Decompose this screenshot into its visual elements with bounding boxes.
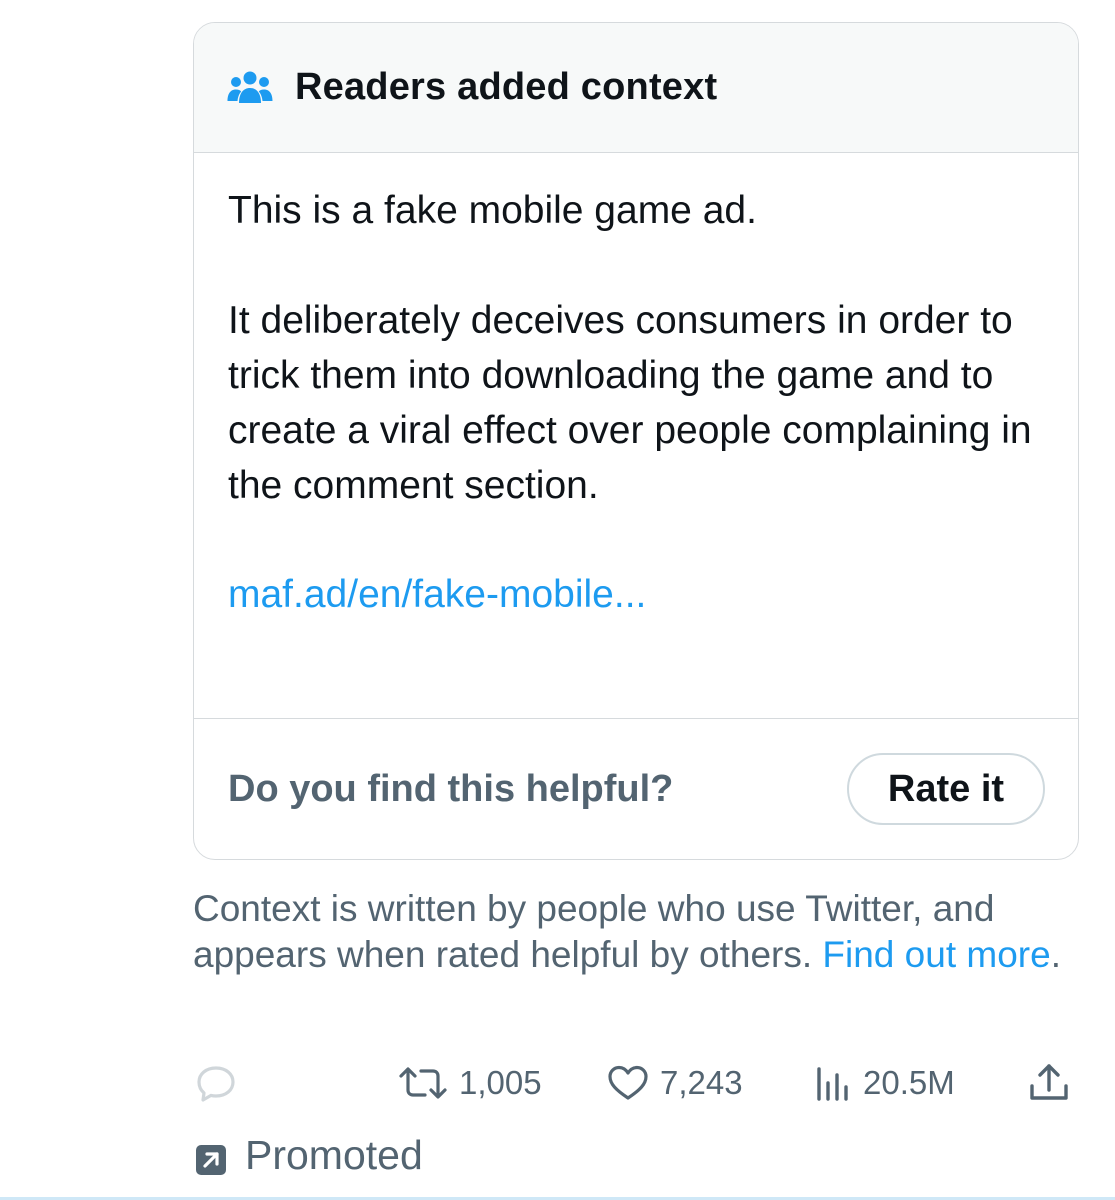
note-source-link[interactable]: maf.ad/en/fake-mobile... [228,567,1044,622]
disclaimer-suffix: . [1050,934,1061,975]
people-icon [227,69,273,107]
note-paragraph: It deliberately deceives consumers in or… [228,299,1032,507]
find-out-more-link[interactable]: Find out more [822,934,1050,975]
promoted-arrow-icon [195,1139,227,1175]
note-body: This is a fake mobile game ad. It delibe… [194,153,1078,719]
note-header: Readers added context [194,23,1078,153]
views-chart-icon [813,1063,853,1103]
share-icon [1027,1062,1071,1104]
like-count: 7,243 [660,1064,743,1101]
tweet-actions-bar: 1,005 7,243 20.5M [193,1058,1083,1108]
rate-it-button[interactable]: Rate it [847,753,1045,825]
retweet-button[interactable]: 1,005 [397,1058,542,1108]
note-paragraph: This is a fake mobile game ad. [228,189,757,232]
heart-icon [606,1063,650,1103]
note-header-title: Readers added context [295,66,718,108]
views-count: 20.5M [863,1064,955,1101]
helpful-question: Do you find this helpful? [228,767,674,810]
note-footer: Do you find this helpful? Rate it [194,719,1078,859]
promoted-label: Promoted [195,1130,423,1180]
views-button[interactable]: 20.5M [813,1058,955,1108]
reply-icon [195,1063,237,1103]
retweet-icon [397,1063,449,1103]
reply-button[interactable] [195,1058,237,1108]
retweet-count: 1,005 [459,1064,542,1101]
share-button[interactable] [1027,1058,1071,1108]
promoted-text: Promoted [245,1131,423,1178]
like-button[interactable]: 7,243 [606,1058,743,1108]
context-disclaimer: Context is written by people who use Twi… [193,886,1083,978]
community-note-card: Readers added context This is a fake mob… [193,22,1079,860]
